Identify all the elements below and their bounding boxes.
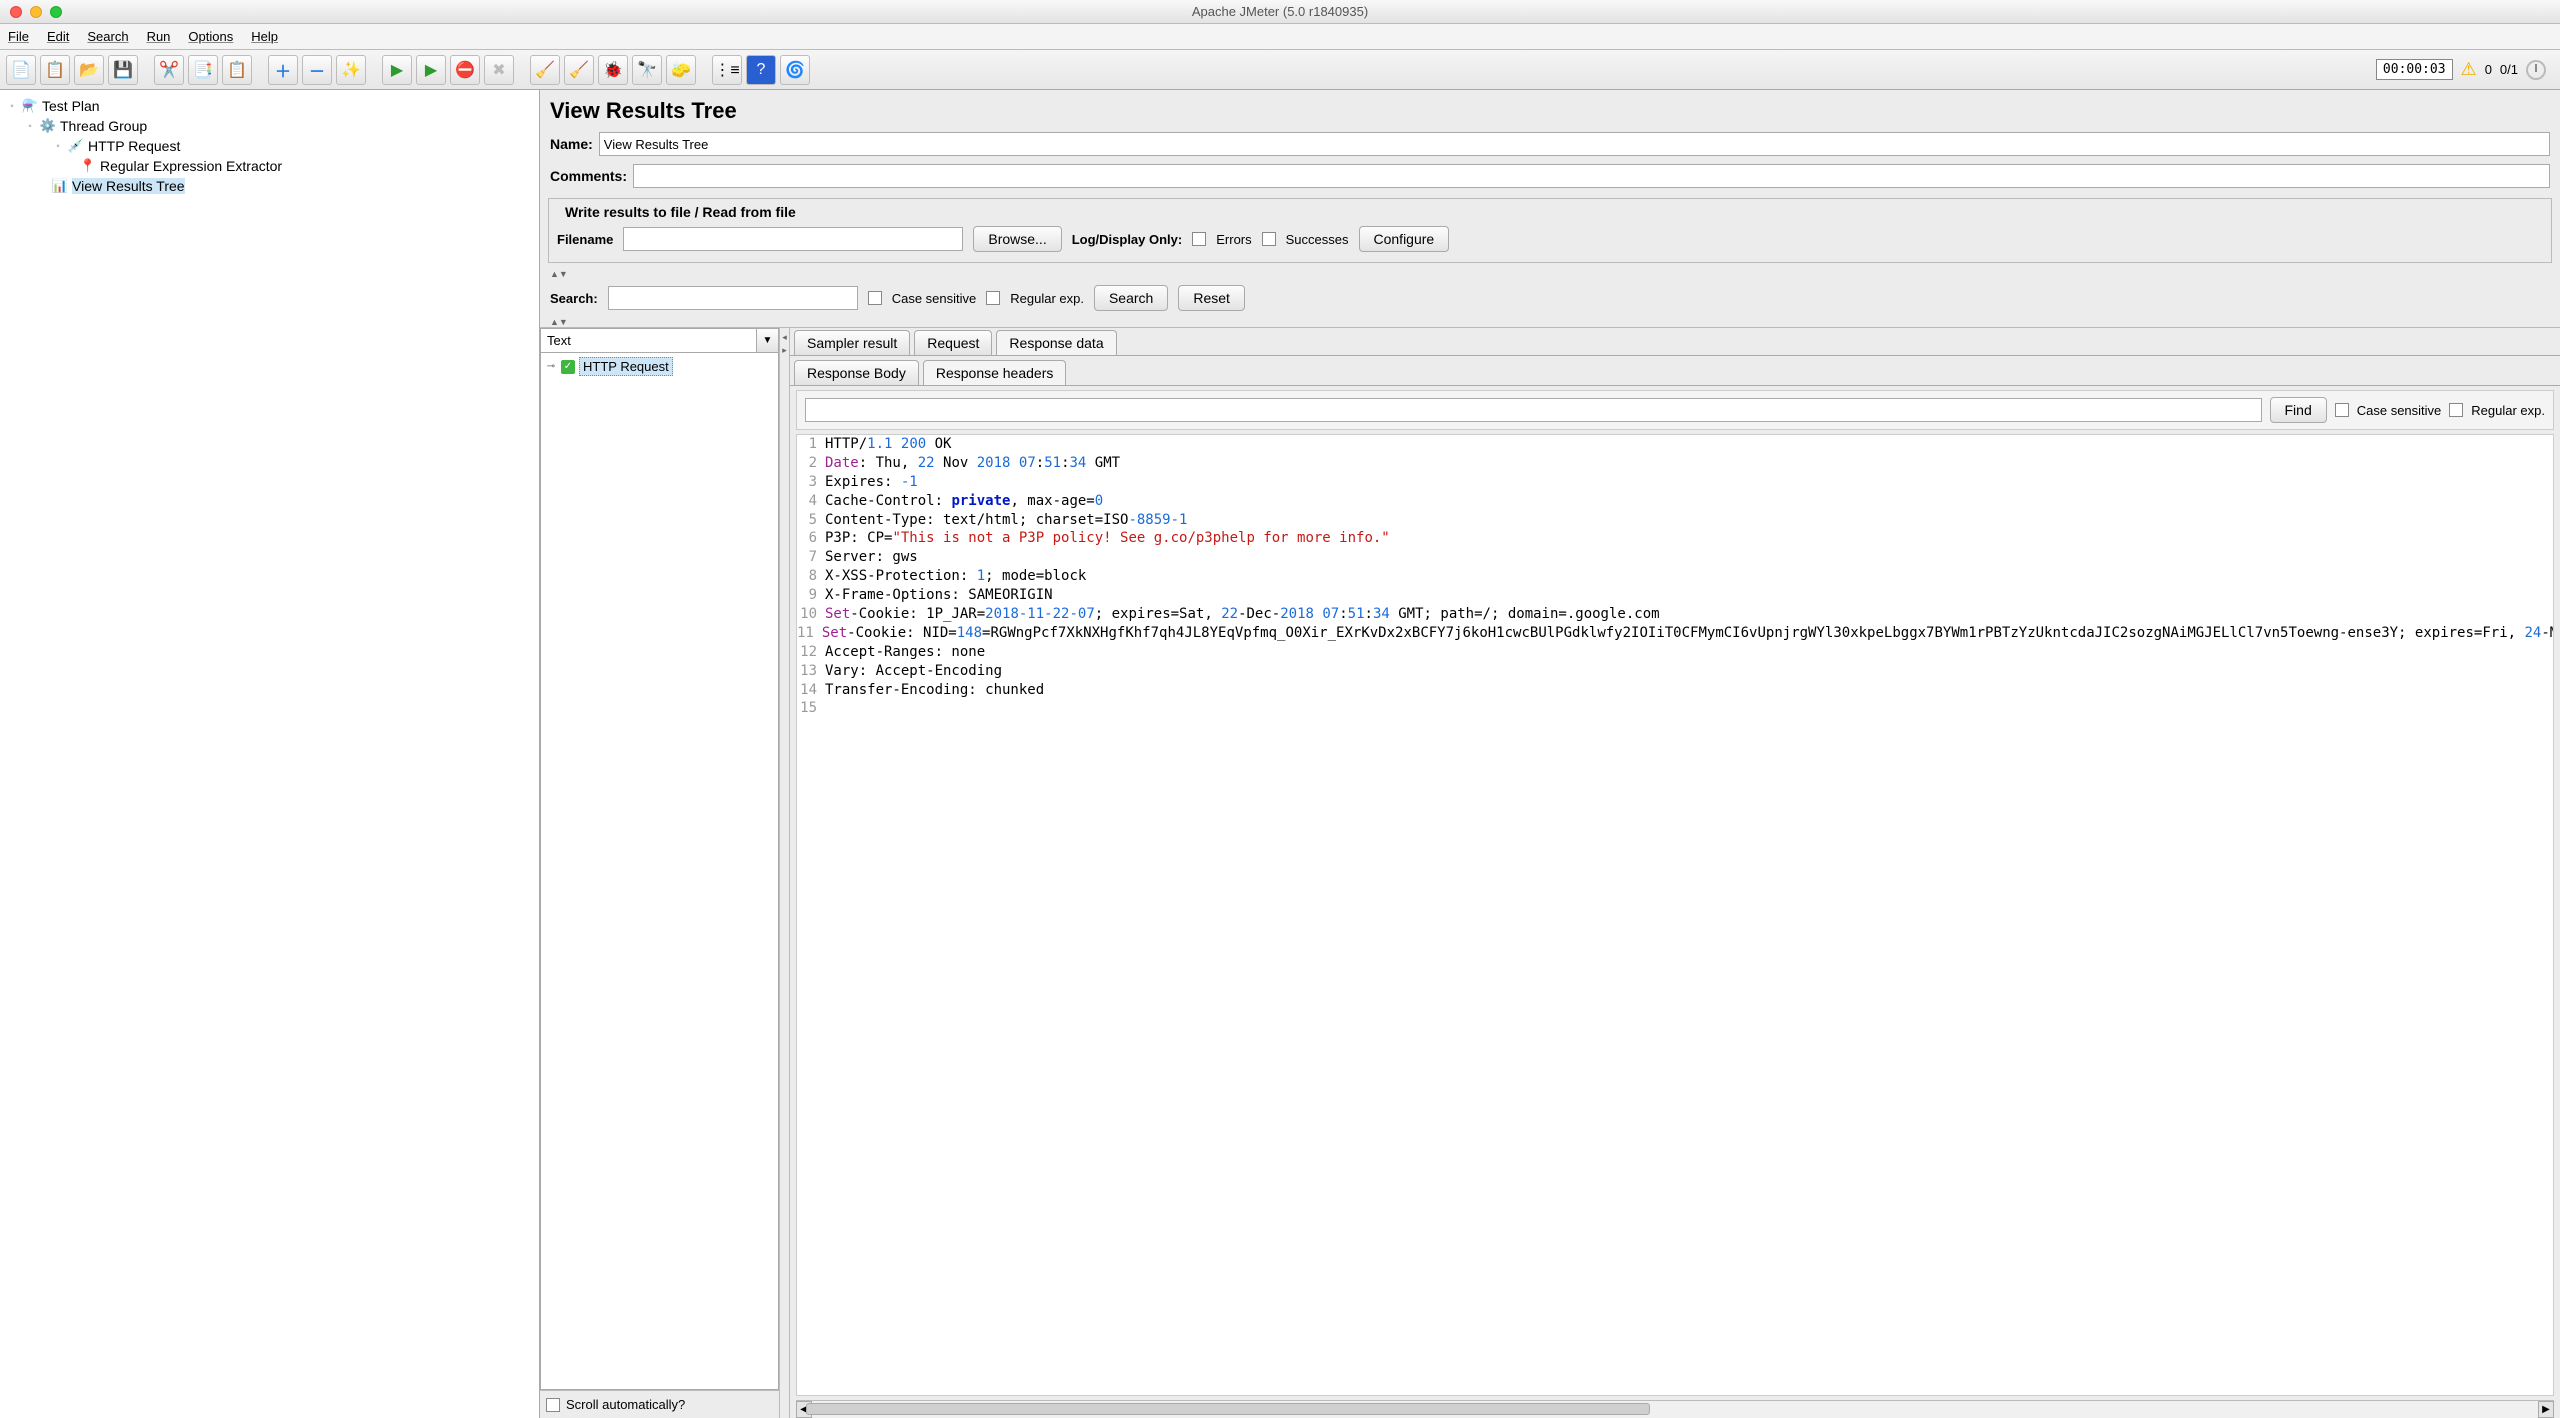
toolbar: 📄 📋 📂 💾 ✂️ 📑 📋 ＋ － ✨ ▶ ▶ ⛔ ✖ 🧹 🧹 🐞 🔭 🧽 ⋮ <box>0 50 2560 90</box>
name-label: Name: <box>550 136 593 152</box>
cut-button[interactable]: ✂️ <box>154 55 184 85</box>
swirl-icon[interactable]: 🌀 <box>780 55 810 85</box>
search-button[interactable]: Search <box>1094 285 1168 311</box>
function-helper-button[interactable]: ⋮≡ <box>712 55 742 85</box>
response-headers-text[interactable]: 1HTTP/1.1 200 OK2Date: Thu, 22 Nov 2018 … <box>796 434 2554 1396</box>
clear-all-button[interactable]: 🧹 <box>564 55 594 85</box>
filename-label: Filename <box>557 232 613 247</box>
find-regex-label: Regular exp. <box>2471 403 2545 418</box>
tab-sampler-result[interactable]: Sampler result <box>794 330 910 355</box>
regex-label: Regular exp. <box>1010 291 1084 306</box>
menu-help[interactable]: Help <box>251 29 278 44</box>
scroll-auto-checkbox[interactable] <box>546 1398 560 1412</box>
warning-icon[interactable]: ⚠ <box>2461 59 2477 80</box>
remove-button[interactable]: － <box>302 55 332 85</box>
splitter-handle[interactable]: ◂▸ <box>780 328 790 1418</box>
results-icon: 📊 <box>52 178 68 194</box>
successes-label: Successes <box>1286 232 1349 247</box>
chevron-down-icon[interactable]: ▼ <box>757 328 779 353</box>
shutdown-button[interactable]: ✖ <box>484 55 514 85</box>
wand-button[interactable]: ✨ <box>336 55 366 85</box>
tab-request[interactable]: Request <box>914 330 992 355</box>
scroll-auto-label: Scroll automatically? <box>566 1397 685 1412</box>
flask-icon: ⚗️ <box>22 98 38 114</box>
configure-button[interactable]: Configure <box>1359 226 1450 252</box>
name-field[interactable] <box>599 132 2550 156</box>
filename-field[interactable] <box>623 227 963 251</box>
menu-run[interactable]: Run <box>147 29 171 44</box>
spinner-icon <box>2526 60 2546 80</box>
collapse-arrows-top[interactable]: ▲▼ <box>540 269 2560 279</box>
errors-label: Errors <box>1216 232 1251 247</box>
bug-icon[interactable]: 🐞 <box>598 55 628 85</box>
find-regex-checkbox[interactable] <box>2449 403 2463 417</box>
start-button[interactable]: ▶ <box>382 55 412 85</box>
tree-http-request[interactable]: HTTP Request <box>88 138 180 154</box>
menu-search[interactable]: Search <box>87 29 128 44</box>
browse-button[interactable]: Browse... <box>973 226 1061 252</box>
paste-button[interactable]: 📋 <box>222 55 252 85</box>
tree-view-results[interactable]: View Results Tree <box>72 178 185 194</box>
start-no-pause-button[interactable]: ▶ <box>416 55 446 85</box>
case-label: Case sensitive <box>892 291 977 306</box>
comments-field[interactable] <box>633 164 2550 188</box>
new-button[interactable]: 📄 <box>6 55 36 85</box>
menu-file[interactable]: File <box>8 29 29 44</box>
search-field[interactable] <box>608 286 858 310</box>
scroll-thumb[interactable] <box>806 1403 1650 1415</box>
regex-checkbox[interactable] <box>986 291 1000 305</box>
thread-status: 0/1 <box>2500 62 2518 77</box>
search-icon[interactable]: 🔭 <box>632 55 662 85</box>
logdisplay-label: Log/Display Only: <box>1072 232 1183 247</box>
result-http-request[interactable]: HTTP Request <box>579 357 673 376</box>
comments-label: Comments: <box>550 168 627 184</box>
menubar: File Edit Search Run Options Help <box>0 24 2560 50</box>
scroll-right-icon[interactable]: ▶ <box>2538 1401 2554 1418</box>
add-button[interactable]: ＋ <box>268 55 298 85</box>
dropper-icon: 💉 <box>68 138 84 154</box>
panel-heading: View Results Tree <box>540 90 2560 128</box>
tree-regex-extractor[interactable]: Regular Expression Extractor <box>100 158 282 174</box>
collapse-arrows-bottom[interactable]: ▲▼ <box>540 317 2560 327</box>
clear-button[interactable]: 🧹 <box>530 55 560 85</box>
sample-result-tree[interactable]: ⊸ ✓ HTTP Request <box>540 353 779 1390</box>
extractor-icon: 📍 <box>80 158 96 174</box>
find-case-checkbox[interactable] <box>2335 403 2349 417</box>
stop-button[interactable]: ⛔ <box>450 55 480 85</box>
file-legend: Write results to file / Read from file <box>561 204 800 220</box>
tab-response-data[interactable]: Response data <box>996 330 1116 355</box>
tab-response-headers[interactable]: Response headers <box>923 360 1067 385</box>
search-label: Search: <box>550 291 598 306</box>
tree-test-plan[interactable]: Test Plan <box>42 98 100 114</box>
file-fieldset: Write results to file / Read from file F… <box>548 198 2552 263</box>
case-checkbox[interactable] <box>868 291 882 305</box>
templates-button[interactable]: 📋 <box>40 55 70 85</box>
find-case-label: Case sensitive <box>2357 403 2442 418</box>
errors-checkbox[interactable] <box>1192 232 1206 246</box>
gear-icon: ⚙️ <box>40 118 56 134</box>
renderer-dropdown[interactable]: Text <box>540 328 757 353</box>
broom-icon[interactable]: 🧽 <box>666 55 696 85</box>
open-button[interactable]: 📂 <box>74 55 104 85</box>
test-plan-tree[interactable]: ◦⚗️Test Plan ◦⚙️Thread Group ◦💉HTTP Requ… <box>0 90 540 1418</box>
success-icon: ✓ <box>561 360 575 374</box>
save-button[interactable]: 💾 <box>108 55 138 85</box>
successes-checkbox[interactable] <box>1262 232 1276 246</box>
copy-button[interactable]: 📑 <box>188 55 218 85</box>
reset-button[interactable]: Reset <box>1178 285 1245 311</box>
menu-options[interactable]: Options <box>188 29 233 44</box>
horizontal-scrollbar[interactable]: ◀ ▶ <box>796 1400 2554 1418</box>
warning-count: 0 <box>2485 62 2492 77</box>
elapsed-timer: 00:00:03 <box>2376 59 2453 80</box>
window-title: Apache JMeter (5.0 r1840935) <box>0 4 2560 19</box>
titlebar: Apache JMeter (5.0 r1840935) <box>0 0 2560 24</box>
find-field[interactable] <box>805 398 2262 422</box>
help-button[interactable]: ? <box>746 55 776 85</box>
tree-thread-group[interactable]: Thread Group <box>60 118 147 134</box>
tab-response-body[interactable]: Response Body <box>794 360 919 385</box>
find-button[interactable]: Find <box>2270 397 2327 423</box>
menu-edit[interactable]: Edit <box>47 29 69 44</box>
